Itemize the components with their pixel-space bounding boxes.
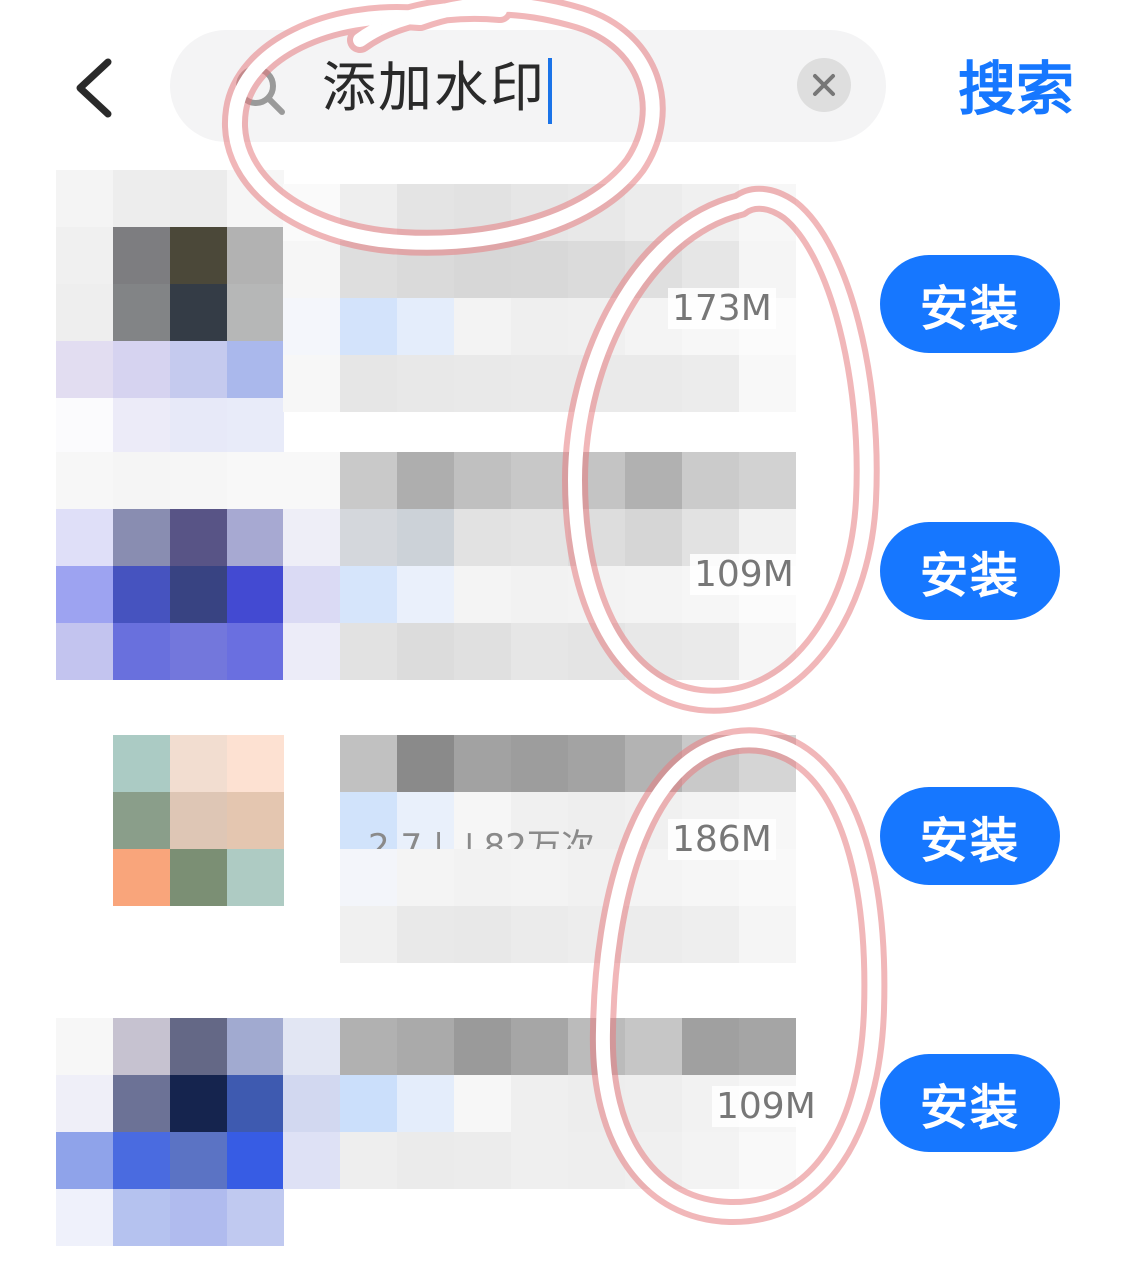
- app-list-item[interactable]: 2.7 | ↓82万次 186M 安装: [0, 735, 1145, 1001]
- app-icon-pixelated: [56, 1018, 284, 1246]
- clear-search-button[interactable]: [797, 58, 851, 112]
- app-icon-pixelated: [56, 452, 284, 680]
- close-icon: [813, 74, 835, 96]
- app-size: 186M: [668, 819, 776, 860]
- app-size: 173M: [668, 288, 776, 329]
- app-rating-downloads: 2.7 | ↓82万次: [368, 827, 595, 849]
- install-button[interactable]: 安装: [880, 1054, 1060, 1152]
- search-icon: [236, 66, 285, 115]
- app-icon-pixelated: [113, 735, 284, 906]
- install-button[interactable]: 安装: [880, 255, 1060, 353]
- app-size: 109M: [712, 1086, 820, 1127]
- app-list-item[interactable]: 173M 安装: [0, 170, 1145, 455]
- install-button[interactable]: 安装: [880, 787, 1060, 885]
- app-list-item[interactable]: 109M 安装: [0, 452, 1145, 718]
- text-caret: [548, 58, 552, 125]
- search-query-text: 添加水印: [322, 56, 546, 119]
- search-input[interactable]: 添加水印: [322, 48, 552, 128]
- back-button[interactable]: [62, 52, 126, 124]
- install-button[interactable]: 安装: [880, 522, 1060, 620]
- app-list-item[interactable]: 109M 安装: [0, 1018, 1145, 1284]
- app-icon-pixelated: [56, 170, 284, 455]
- app-size: 109M: [690, 554, 798, 595]
- search-submit-button[interactable]: 搜索: [958, 54, 1074, 124]
- back-arrow-icon: [76, 58, 112, 118]
